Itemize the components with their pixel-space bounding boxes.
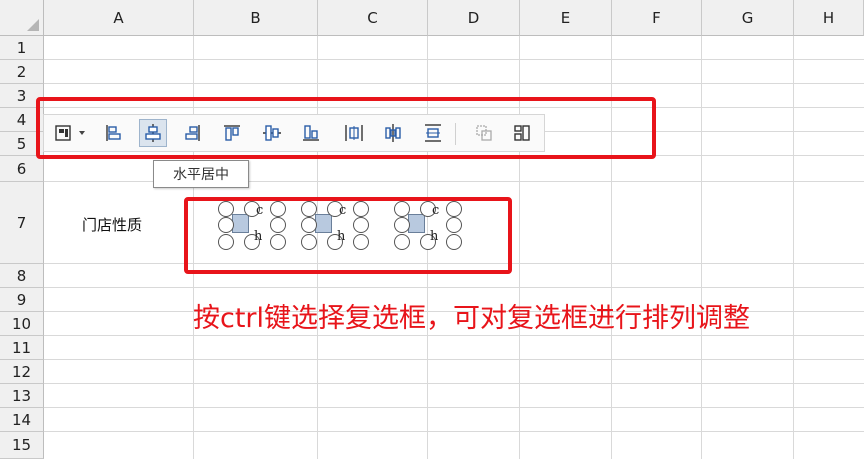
row-header-8[interactable]: 8 [0,264,44,288]
select-all-corner[interactable] [0,0,44,36]
column-header-f[interactable]: F [612,0,702,36]
row-header-1[interactable]: 1 [0,36,44,60]
row-header-2[interactable]: 2 [0,60,44,84]
row-header-9[interactable]: 9 [0,288,44,312]
grid-line [44,407,864,408]
column-header-e[interactable]: E [520,0,612,36]
annotation-text: 按ctrl键选择复选框，可对复选框进行排列调整 [193,303,751,334]
column-header-g[interactable]: G [702,0,794,36]
grid-line [793,36,794,459]
row-header-12[interactable]: 12 [0,360,44,384]
row-header-6[interactable]: 6 [0,156,44,182]
column-header-h[interactable]: H [794,0,864,36]
grid-line [44,359,864,360]
row-header-7[interactable]: 7 [0,182,44,264]
highlight-box-checkboxes [184,197,512,274]
grid-line [44,431,864,432]
column-header-d[interactable]: D [428,0,520,36]
row-header-15[interactable]: 15 [0,432,44,459]
grid-line [44,287,864,288]
grid-line [44,335,864,336]
grid-line [44,383,864,384]
cell-a7-store-type[interactable]: 门店性质 [82,214,142,235]
column-header-a[interactable]: A [44,0,194,36]
column-header-b[interactable]: B [194,0,318,36]
row-header-13[interactable]: 13 [0,384,44,408]
spreadsheet: A B C D E F G H 1 2 3 4 5 6 7 8 9 10 11 … [0,0,864,459]
tooltip-align-center: 水平居中 [153,160,249,188]
highlight-box-toolbar [36,97,656,159]
row-header-11[interactable]: 11 [0,336,44,360]
row-header-10[interactable]: 10 [0,312,44,336]
row-header-14[interactable]: 14 [0,408,44,432]
grid-line [44,83,864,84]
grid-line [44,59,864,60]
column-header-c[interactable]: C [318,0,428,36]
grid-line [701,36,702,459]
